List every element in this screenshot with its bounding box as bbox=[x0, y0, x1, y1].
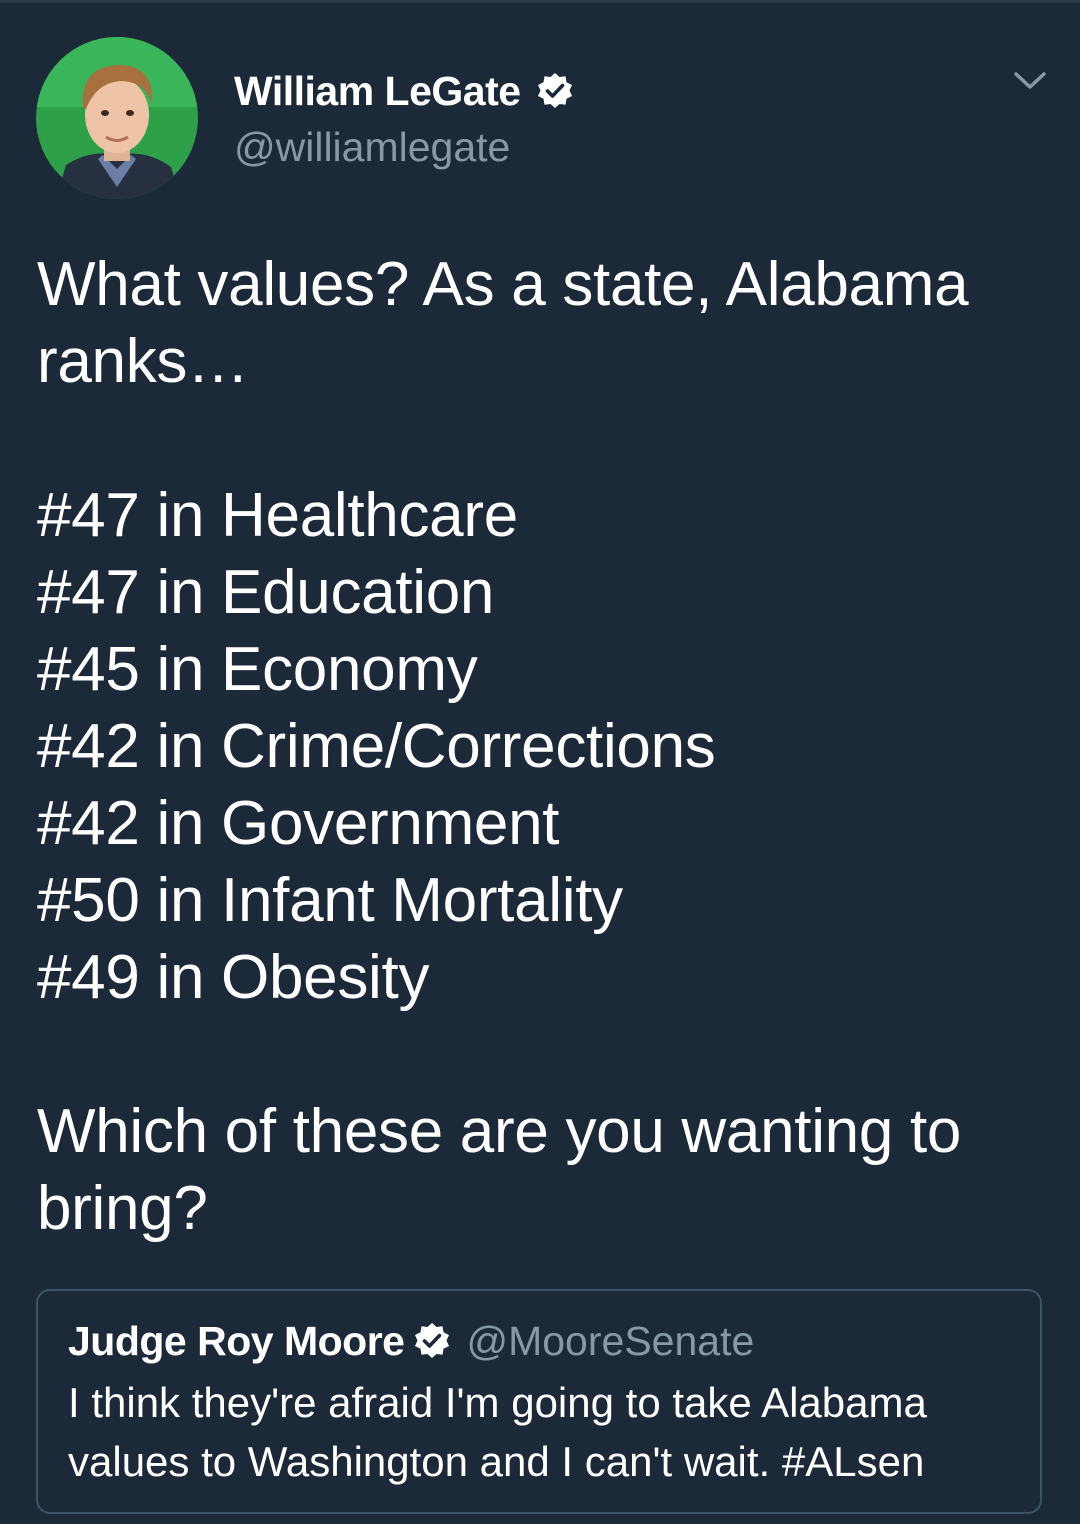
rank-list: #47 in Healthcare #47 in Education #45 i… bbox=[37, 477, 1047, 1016]
top-divider bbox=[0, 0, 1080, 3]
tweet-body: What values? As a state, Alabama ranks… … bbox=[37, 246, 1047, 1247]
tweet-outro-text: Which of these are you wanting to bring? bbox=[37, 1097, 962, 1243]
rank-item: #49 in Obesity bbox=[37, 943, 430, 1012]
author-handle[interactable]: @williamlegate bbox=[234, 124, 510, 171]
rank-item: #47 in Healthcare bbox=[37, 481, 518, 550]
chevron-down-icon[interactable] bbox=[1010, 66, 1050, 96]
author-name-row[interactable]: William LeGate bbox=[234, 64, 575, 118]
avatar[interactable] bbox=[36, 37, 198, 199]
quoted-author-name: Judge Roy Moore bbox=[68, 1317, 405, 1364]
rank-item: #50 in Infant Mortality bbox=[37, 866, 623, 935]
quoted-tweet[interactable]: Judge Roy Moore @MooreSenate I think the… bbox=[36, 1289, 1042, 1514]
rank-item: #47 in Education bbox=[37, 558, 495, 627]
author-display-name[interactable]: William LeGate bbox=[234, 68, 521, 115]
rank-item: #45 in Economy bbox=[37, 635, 478, 704]
verified-badge-icon bbox=[535, 71, 575, 111]
quoted-author-handle: @MooreSenate bbox=[466, 1317, 755, 1364]
quoted-tweet-header: Judge Roy Moore @MooreSenate bbox=[68, 1315, 754, 1367]
rank-item: #42 in Government bbox=[37, 789, 560, 858]
quoted-tweet-text: I think they're afraid I'm going to take… bbox=[68, 1379, 927, 1485]
tweet-intro-text: What values? As a state, Alabama ranks… bbox=[37, 250, 969, 396]
verified-badge-icon bbox=[412, 1321, 452, 1361]
rank-item: #42 in Crime/Corrections bbox=[37, 712, 716, 781]
